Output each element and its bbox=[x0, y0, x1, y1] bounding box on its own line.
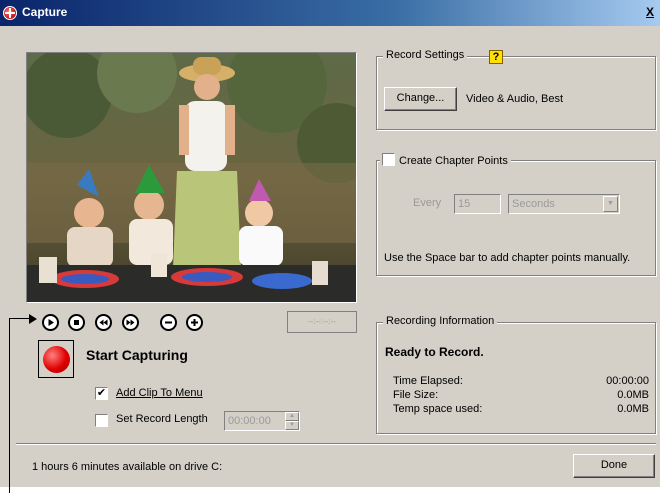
recording-status: Ready to Record. bbox=[385, 345, 484, 359]
temp-space-value: 0.0MB bbox=[617, 403, 649, 415]
chapter-points-note: Use the Space bar to add chapter points … bbox=[384, 252, 631, 264]
spinner-down-icon[interactable]: ▼ bbox=[285, 421, 299, 430]
footer-divider bbox=[16, 443, 656, 445]
add-clip-checkbox[interactable]: ✔ bbox=[95, 387, 108, 400]
change-button[interactable]: Change... bbox=[384, 87, 457, 111]
capture-window: Capture X --:--:--:-- Start Capturing ✔ … bbox=[0, 0, 660, 487]
spinner-up-icon[interactable]: ▲ bbox=[285, 412, 299, 421]
app-icon bbox=[3, 6, 17, 20]
stop-icon[interactable] bbox=[68, 314, 85, 331]
file-size-value: 0.0MB bbox=[617, 389, 649, 401]
create-chapter-points-label[interactable]: Create Chapter Points bbox=[399, 155, 508, 167]
chapter-points-group: Create Chapter Points Every 15 Seconds ▼… bbox=[376, 153, 656, 276]
record-settings-value: Video & Audio, Best bbox=[466, 93, 564, 105]
time-elapsed-label: Time Elapsed: bbox=[393, 375, 463, 387]
timecode-display: --:--:--:-- bbox=[287, 311, 357, 333]
create-chapter-points-checkbox[interactable] bbox=[382, 153, 395, 166]
record-length-value: 00:00:00 bbox=[228, 415, 271, 427]
zoom-out-icon[interactable] bbox=[160, 314, 177, 331]
zoom-in-icon[interactable] bbox=[186, 314, 203, 331]
window-title: Capture bbox=[22, 5, 68, 19]
interval-field[interactable]: 15 bbox=[454, 194, 501, 214]
rewind-icon[interactable] bbox=[95, 314, 112, 331]
add-clip-label[interactable]: Add Clip To Menu bbox=[116, 387, 203, 399]
help-icon[interactable]: ? bbox=[489, 50, 503, 64]
record-settings-group: Record Settings ? Change... Video & Audi… bbox=[376, 49, 656, 130]
file-size-label: File Size: bbox=[393, 389, 439, 401]
callout-arrow-icon bbox=[29, 314, 37, 324]
record-settings-title: Record Settings bbox=[383, 49, 468, 61]
start-capturing-label: Start Capturing bbox=[86, 347, 188, 363]
every-label: Every bbox=[413, 197, 442, 209]
temp-space-label: Temp space used: bbox=[393, 403, 483, 415]
close-button[interactable]: X bbox=[642, 5, 658, 19]
callout-line bbox=[9, 318, 10, 493]
play-icon[interactable] bbox=[42, 314, 59, 331]
callout-line-horizontal bbox=[9, 318, 31, 319]
set-record-length-checkbox[interactable] bbox=[95, 414, 108, 427]
chapter-points-header: Create Chapter Points bbox=[380, 153, 511, 167]
chevron-down-icon[interactable]: ▼ bbox=[603, 196, 618, 212]
time-elapsed-value: 00:00:00 bbox=[606, 375, 649, 387]
fast-forward-icon[interactable] bbox=[122, 314, 139, 331]
unit-dropdown[interactable]: Seconds ▼ bbox=[508, 194, 620, 214]
record-button[interactable] bbox=[38, 340, 74, 378]
unit-dropdown-value: Seconds bbox=[512, 198, 555, 210]
recording-info-title: Recording Information bbox=[383, 315, 498, 327]
record-length-spinner[interactable]: 00:00:00 ▲ ▼ bbox=[224, 411, 300, 431]
video-preview bbox=[26, 52, 357, 303]
record-icon bbox=[43, 346, 70, 373]
set-record-length-label[interactable]: Set Record Length bbox=[116, 413, 208, 425]
title-bar[interactable]: Capture X bbox=[0, 0, 660, 26]
disk-space-available: 1 hours 6 minutes available on drive C: bbox=[32, 461, 223, 473]
done-button[interactable]: Done bbox=[573, 454, 655, 478]
video-frame-image bbox=[27, 53, 356, 302]
recording-info-group: Recording Information Ready to Record. T… bbox=[376, 315, 656, 434]
